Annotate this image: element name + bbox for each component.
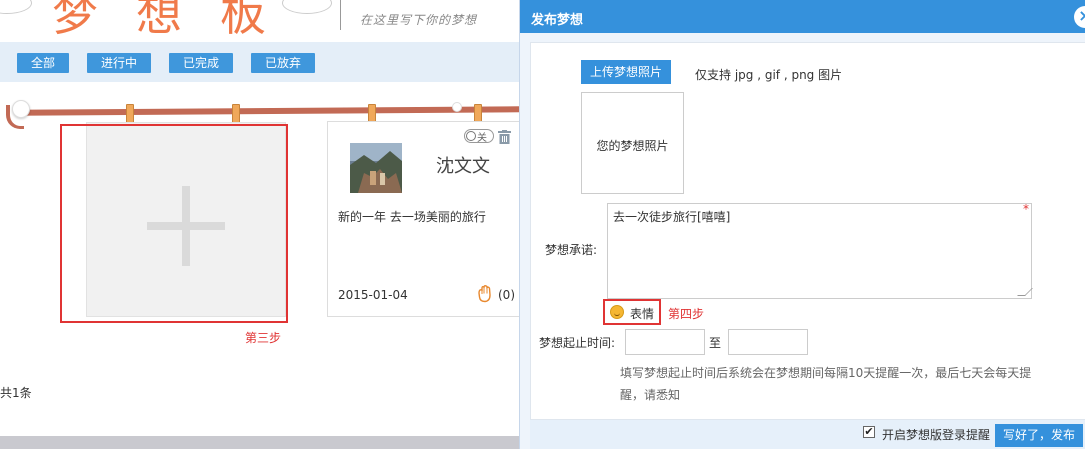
to-label: 至 — [709, 336, 722, 350]
panel-footer: ✔ 开启梦想版登录提醒 写好了，发布 — [530, 420, 1085, 449]
emoji-button[interactable]: 表情 — [603, 299, 661, 325]
visibility-toggle[interactable]: 关 — [464, 129, 494, 144]
filter-tab-bar: 全部 进行中 已完成 已放弃 — [0, 42, 520, 82]
site-header: 梦想板 在这里写下你的梦想 — [0, 0, 520, 42]
toggle-label: 关 — [477, 133, 487, 144]
publish-dream-panel: 发布梦想 × 上传梦想照片 仅支持 jpg , gif , png 图片 您的梦… — [519, 0, 1085, 449]
upload-photo-button[interactable]: 上传梦想照片 — [581, 60, 671, 84]
end-date-input[interactable] — [728, 329, 808, 355]
site-logo: 梦想板 — [52, 0, 304, 41]
plus-icon-vertical — [182, 186, 190, 266]
cheer-count: (0) — [498, 288, 515, 302]
dream-date: 2015-01-04 — [338, 288, 408, 302]
panel-title: 发布梦想 — [531, 13, 584, 28]
reminder-label: 开启梦想版登录提醒 — [882, 428, 991, 442]
time-hint: 填写梦想起止时间后系统会在梦想期间每隔10天提醒一次，最后七天会每天提醒，请悉知 — [620, 366, 1032, 402]
tab-abandoned[interactable]: 已放弃 — [251, 53, 315, 73]
dream-card: 关 沈文文 新的一年 去一场美丽的旅行 2015-01-04 (0) — [327, 121, 520, 317]
publish-button[interactable]: 写好了，发布 — [995, 424, 1083, 447]
trash-icon[interactable] — [498, 130, 511, 144]
header-divider — [340, 0, 341, 30]
dream-author: 沈文文 — [436, 156, 490, 177]
hanging-rope — [0, 92, 520, 129]
rope-pin-left — [12, 100, 30, 118]
tab-completed[interactable]: 已完成 — [169, 53, 233, 73]
rope-line — [13, 106, 520, 116]
tab-all[interactable]: 全部 — [17, 53, 69, 73]
step4-label: 第四步 — [668, 307, 705, 321]
avatar[interactable] — [350, 143, 402, 193]
dream-description: 新的一年 去一场美丽的旅行 — [338, 210, 486, 224]
cheer-hand-icon[interactable] — [476, 285, 494, 303]
rope-pin-right — [452, 102, 462, 112]
time-range-label: 梦想起止时间: — [539, 336, 616, 350]
promise-textarea[interactable]: 去一次徒步旅行[嘻嘻] — [607, 203, 1032, 299]
logo-wing-left — [0, 0, 32, 14]
step3-label: 第三步 — [245, 331, 282, 345]
smiley-icon — [610, 305, 624, 319]
total-count: 共1条 — [0, 386, 32, 400]
panel-form: 上传梦想照片 仅支持 jpg , gif , png 图片 您的梦想照片 梦想承… — [530, 42, 1085, 420]
dream-board-page: 梦想板 在这里写下你的梦想 全部 进行中 已完成 已放弃 第三步 关 沈文文 新… — [0, 0, 520, 449]
photo-preview: 您的梦想照片 — [581, 92, 684, 194]
emoji-label: 表情 — [630, 307, 655, 321]
site-slogan: 在这里写下你的梦想 — [360, 13, 478, 27]
toggle-knob — [466, 131, 476, 141]
reminder-checkbox[interactable]: ✔ — [863, 426, 875, 438]
close-icon[interactable]: × — [1074, 6, 1085, 28]
required-mark: * — [1023, 202, 1029, 216]
bottom-strip — [0, 436, 520, 449]
panel-header: 发布梦想 × — [520, 0, 1085, 33]
upload-hint: 仅支持 jpg , gif , png 图片 — [695, 68, 843, 82]
start-date-input[interactable] — [625, 329, 705, 355]
add-dream-card[interactable] — [86, 122, 286, 317]
promise-label: 梦想承诺: — [545, 243, 598, 257]
tab-in-progress[interactable]: 进行中 — [87, 53, 151, 73]
photo-placeholder: 您的梦想照片 — [596, 139, 669, 153]
